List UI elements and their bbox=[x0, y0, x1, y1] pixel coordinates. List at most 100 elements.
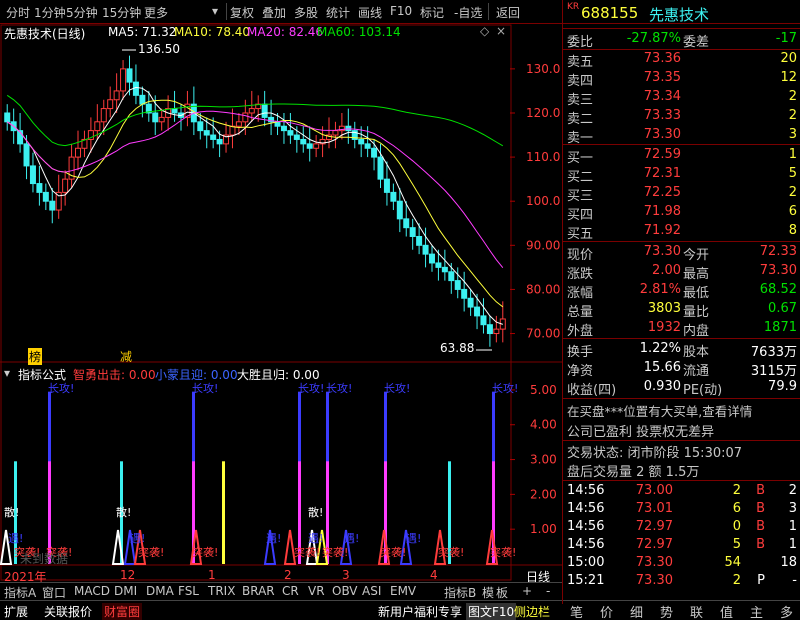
btn-duogu[interactable]: 多股 bbox=[294, 4, 318, 21]
candle-body[interactable] bbox=[242, 112, 249, 123]
candle-body[interactable] bbox=[306, 143, 313, 149]
indicator-tab-11[interactable]: ASI bbox=[362, 584, 381, 598]
status-new-user[interactable]: 新用户福利专享 bbox=[378, 603, 462, 620]
tab-fenshi[interactable]: 分时 bbox=[6, 4, 30, 21]
candle-body[interactable] bbox=[152, 112, 159, 123]
candle-body[interactable] bbox=[132, 81, 139, 96]
candle-body[interactable] bbox=[364, 143, 371, 149]
quote-tab-1[interactable]: 价 bbox=[600, 602, 613, 620]
candle-body[interactable] bbox=[454, 280, 461, 290]
candle-body[interactable] bbox=[100, 108, 107, 123]
indicator-tab-5[interactable]: FSL bbox=[178, 584, 199, 598]
tab-5min[interactable]: 5分钟 bbox=[66, 4, 98, 21]
kline-chart-svg[interactable]: 130.0 120.0 110.0 100.0 90.00 80.00 70.00 1.00 2… bbox=[0, 24, 562, 582]
status-related-quote[interactable]: 关联报价 bbox=[44, 603, 92, 620]
indicator-tab-6[interactable]: TRIX bbox=[208, 584, 235, 598]
candle-body[interactable] bbox=[313, 143, 320, 149]
quote-tab-4[interactable]: 联 bbox=[690, 602, 703, 620]
candle-body[interactable] bbox=[441, 266, 448, 273]
btn-tongji[interactable]: 统计 bbox=[326, 4, 350, 21]
candle-body[interactable] bbox=[4, 112, 11, 123]
btn-fuquan[interactable]: 复权 bbox=[230, 4, 254, 21]
close-icon[interactable]: × bbox=[496, 24, 506, 38]
candle-body[interactable] bbox=[203, 130, 210, 136]
quote-tab-3[interactable]: 势 bbox=[660, 602, 673, 620]
candle-body[interactable] bbox=[280, 125, 287, 132]
candle-body[interactable] bbox=[409, 227, 416, 237]
candle-body[interactable] bbox=[474, 306, 481, 317]
status-sidebar[interactable]: 侧边栏 bbox=[514, 603, 550, 620]
status-wealth-circle[interactable]: 财富圈 bbox=[102, 603, 143, 620]
indicator-tab-13[interactable]: 指标B bbox=[444, 584, 476, 601]
candle-body[interactable] bbox=[229, 125, 236, 136]
candle-body[interactable] bbox=[235, 121, 242, 127]
candle-body[interactable] bbox=[29, 165, 36, 185]
bang-badge[interactable]: 榜 bbox=[28, 348, 43, 365]
candle-body[interactable] bbox=[248, 108, 255, 114]
candle-body[interactable] bbox=[300, 138, 307, 145]
candle-body[interactable] bbox=[107, 99, 114, 110]
candle-body[interactable] bbox=[461, 288, 468, 299]
indicator-tab-10[interactable]: OBV bbox=[332, 584, 358, 598]
candle-body[interactable] bbox=[448, 271, 455, 282]
candle-body[interactable] bbox=[287, 130, 294, 136]
candle-body[interactable] bbox=[49, 200, 56, 211]
candle-body[interactable] bbox=[171, 108, 178, 114]
status-expand[interactable]: 扩展 bbox=[4, 603, 28, 620]
candle-body[interactable] bbox=[216, 138, 223, 145]
candle-body[interactable] bbox=[94, 121, 101, 132]
candle-body[interactable] bbox=[396, 200, 403, 220]
btn-huaxian[interactable]: 画线 bbox=[358, 4, 382, 21]
quote-tab-2[interactable]: 细 bbox=[630, 602, 643, 620]
candle-body[interactable] bbox=[120, 68, 127, 92]
candle-body[interactable] bbox=[383, 178, 390, 193]
candle-body[interactable] bbox=[332, 130, 339, 136]
kline-chart-area[interactable]: 130.0 120.0 110.0 100.0 90.00 80.00 70.00 1.00 2… bbox=[0, 24, 562, 604]
quote-tab-6[interactable]: 主 bbox=[750, 602, 763, 620]
indicator-tab-4[interactable]: DMA bbox=[146, 584, 174, 598]
candle-body[interactable] bbox=[486, 324, 493, 335]
quote-tab-0[interactable]: 笔 bbox=[570, 602, 583, 620]
candle-body[interactable] bbox=[126, 68, 133, 83]
candle-body[interactable] bbox=[403, 218, 410, 229]
candle-body[interactable] bbox=[435, 262, 442, 268]
quote-tab-7[interactable]: 多 bbox=[780, 602, 793, 620]
candle-body[interactable] bbox=[62, 178, 69, 193]
indicator-tab-7[interactable]: BRAR bbox=[242, 584, 275, 598]
btn-back[interactable]: 返回 bbox=[496, 4, 520, 21]
chevron-down-icon[interactable]: ▾ bbox=[212, 4, 218, 18]
status-f10[interactable]: 图文F10 bbox=[466, 603, 517, 620]
indicator-tab-14[interactable]: 模 bbox=[482, 584, 494, 601]
indicator-tab-8[interactable]: CR bbox=[282, 584, 299, 598]
candle-body[interactable] bbox=[75, 147, 82, 158]
indicator-tab-17[interactable]: - bbox=[546, 584, 550, 598]
indicator-tab-16[interactable]: + bbox=[522, 584, 532, 598]
candle-body[interactable] bbox=[23, 143, 30, 167]
candle-body[interactable] bbox=[197, 121, 204, 132]
candle-body[interactable] bbox=[261, 103, 268, 118]
btn-f10[interactable]: F10 bbox=[390, 4, 412, 18]
candle-body[interactable] bbox=[377, 156, 384, 180]
indicator-tab-3[interactable]: DMI bbox=[114, 584, 137, 598]
jian-badge[interactable]: 减 bbox=[120, 348, 132, 365]
indicator-expand-icon[interactable]: ▾ bbox=[4, 366, 10, 380]
candle-body[interactable] bbox=[358, 138, 365, 145]
candle-body[interactable] bbox=[293, 134, 300, 140]
btn-zixuan[interactable]: -自选 bbox=[454, 4, 482, 21]
indicator-tab-12[interactable]: EMV bbox=[390, 584, 416, 598]
indicator-tab-15[interactable]: 板 bbox=[496, 584, 508, 601]
indicator-tab-0[interactable]: 指标A bbox=[4, 584, 36, 601]
indicator-tab-1[interactable]: 窗口 bbox=[42, 584, 66, 601]
candle-body[interactable] bbox=[390, 191, 397, 202]
candle-body[interactable] bbox=[139, 94, 146, 105]
info-line-1[interactable]: 在买盘***位置有大买单,查看详情 bbox=[563, 401, 800, 419]
diamond-icon[interactable]: ◇ bbox=[480, 24, 489, 38]
btn-diejia[interactable]: 叠加 bbox=[262, 4, 286, 21]
candle-body[interactable] bbox=[422, 244, 429, 255]
btn-biaoji[interactable]: 标记 bbox=[420, 4, 444, 21]
candle-body[interactable] bbox=[493, 328, 500, 335]
candle-body[interactable] bbox=[480, 315, 487, 326]
indicator-tab-2[interactable]: MACD bbox=[74, 584, 110, 598]
candle-body[interactable] bbox=[416, 235, 423, 246]
candle-body[interactable] bbox=[42, 191, 49, 202]
